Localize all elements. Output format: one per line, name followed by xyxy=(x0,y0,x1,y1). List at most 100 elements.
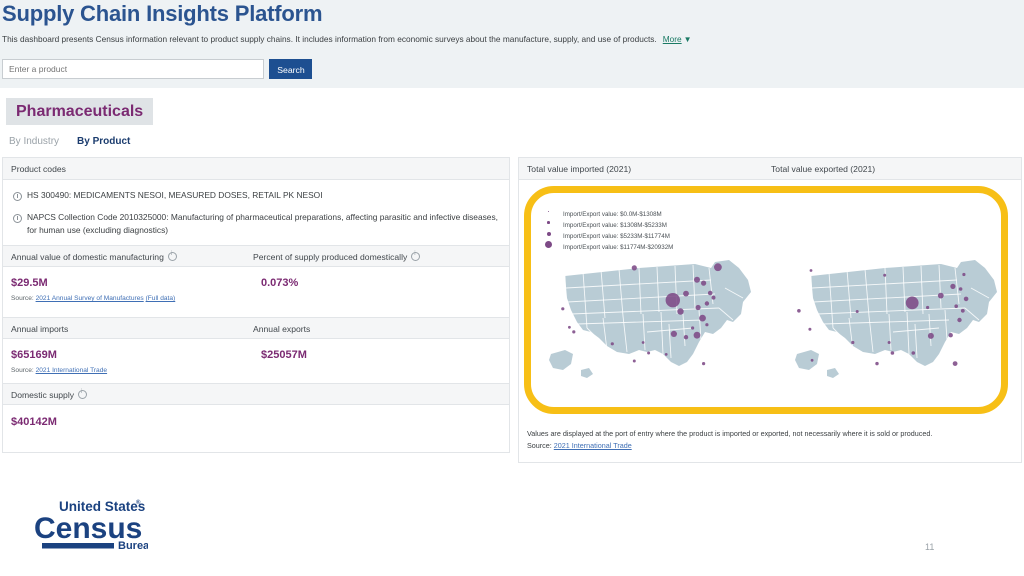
value-annual-imports: $65169M xyxy=(11,349,57,361)
metrics-row3-values: $40142M xyxy=(3,405,509,445)
tab-by-industry[interactable]: By Industry xyxy=(0,131,68,153)
source-row2: Source: 2021 International Trade xyxy=(11,367,107,374)
census-bureau-logo: United States ® Census Bureau xyxy=(28,496,156,558)
map-data-point xyxy=(954,304,958,308)
search-input[interactable] xyxy=(2,59,264,79)
slide-root: Supply Chain Insights Platform This dash… xyxy=(0,0,1024,576)
logo-bar xyxy=(42,543,114,549)
product-codes-list: HS 300490: MEDICAMENTS NESOI, MEASURED D… xyxy=(3,180,509,245)
info-icon[interactable] xyxy=(411,251,421,261)
product-code-text: NAPCS Collection Code 2010325000: Manufa… xyxy=(27,212,498,235)
more-link[interactable]: More xyxy=(663,34,682,44)
map-data-point xyxy=(704,301,710,306)
map-data-point xyxy=(683,290,689,297)
map-data-point xyxy=(960,308,965,313)
source-prefix: Source: xyxy=(527,441,552,450)
map-data-point xyxy=(937,292,944,299)
map-body: Import/Export value: $0.0M-$1308M Import… xyxy=(519,180,1021,420)
us-map-imported-svg xyxy=(549,260,751,378)
view-tabs: By Industry By Product xyxy=(0,131,1024,153)
map-data-point xyxy=(702,362,706,366)
page-subtitle: This dashboard presents Census informati… xyxy=(2,33,702,46)
source-link-asm[interactable]: 2021 Annual Survey of Manufactures xyxy=(36,295,144,302)
metrics-row2-values: $65169M $25057M Source: 2021 Internation… xyxy=(3,339,509,383)
chevron-down-icon[interactable]: ▼ xyxy=(684,35,692,44)
metric-label-domestic-manufacturing: Annual value of domestic manufacturing xyxy=(11,252,164,262)
search-button[interactable]: Search xyxy=(269,59,313,79)
info-icon[interactable] xyxy=(167,251,177,261)
map-data-point xyxy=(711,295,716,300)
map-data-point xyxy=(957,317,962,323)
metric-label-annual-exports: Annual exports xyxy=(253,324,311,334)
product-code-item: NAPCS Collection Code 2010325000: Manufa… xyxy=(13,211,499,237)
metric-label-annual-imports: Annual imports xyxy=(11,324,69,334)
map-data-point xyxy=(883,273,887,277)
page-title: Supply Chain Insights Platform xyxy=(2,1,323,26)
map-data-point xyxy=(810,358,814,362)
map-data-point xyxy=(905,296,919,310)
legend-dot xyxy=(547,221,550,224)
logo-registered-mark: ® xyxy=(136,499,141,506)
map-data-point xyxy=(950,283,956,289)
map-data-point xyxy=(958,287,963,291)
map-legend: Import/Export value: $0.0M-$1308M Import… xyxy=(537,206,673,251)
source-prefix: Source: xyxy=(11,367,34,374)
source-row1: Source: 2021 Annual Survey of Manufactur… xyxy=(11,295,175,302)
source-link-intl-trade[interactable]: 2021 International Trade xyxy=(36,367,108,374)
legend-dot xyxy=(548,211,550,213)
logo-line-bureau: Bureau xyxy=(118,540,148,552)
map-data-point xyxy=(952,361,958,366)
metric-label-percent-domestic-wrap: Percent of supply produced domestically xyxy=(253,246,421,268)
legend-item: Import/Export value: $5233M-$11774M xyxy=(537,228,673,240)
map-data-point xyxy=(705,323,709,327)
map-data-point xyxy=(963,296,969,302)
map-data-point xyxy=(855,310,859,313)
map-data-point xyxy=(701,280,707,286)
map-header-imported: Total value imported (2021) xyxy=(527,164,632,174)
legend-item: Import/Export value: $11774M-$20932M xyxy=(537,239,673,251)
product-code-item: HS 300490: MEDICAMENTS NESOI, MEASURED D… xyxy=(13,189,499,202)
product-codes-header: Product codes xyxy=(3,158,509,180)
map-data-point xyxy=(683,335,689,340)
map-data-point xyxy=(677,308,684,315)
map-data-point xyxy=(631,265,637,271)
tab-by-product[interactable]: By Product xyxy=(68,131,140,153)
footnote-text: Values are displayed at the port of entr… xyxy=(527,429,933,438)
product-details-card: Product codes HS 300490: MEDICAMENTS NES… xyxy=(2,157,510,453)
product-chip: Pharmaceuticals xyxy=(6,98,154,125)
source-link-full-data[interactable]: (Full data) xyxy=(146,295,176,302)
map-data-point xyxy=(927,332,934,339)
map-data-point xyxy=(714,263,722,272)
metric-label-domestic-supply: Domestic supply xyxy=(11,390,75,400)
info-icon xyxy=(13,191,22,201)
map-header-exported: Total value exported (2021) xyxy=(771,164,876,174)
map-exported[interactable] xyxy=(789,258,1009,390)
map-data-point xyxy=(797,309,801,313)
value-domestic-manufacturing: $29.5M xyxy=(11,277,48,289)
census-logo-svg: United States ® Census Bureau xyxy=(34,499,156,552)
map-data-point xyxy=(665,293,680,308)
legend-dot xyxy=(545,241,553,249)
map-data-point xyxy=(948,333,953,338)
map-data-point xyxy=(694,276,700,283)
map-data-point xyxy=(572,330,576,334)
map-data-point xyxy=(911,351,916,355)
map-footnote: Values are displayed at the port of entr… xyxy=(527,428,932,452)
map-data-point xyxy=(695,304,701,311)
info-icon[interactable] xyxy=(78,389,88,399)
map-data-point xyxy=(647,351,651,355)
map-data-point xyxy=(875,361,879,366)
source-link-intl-trade[interactable]: 2021 International Trade xyxy=(554,441,632,450)
map-data-point xyxy=(809,269,813,272)
metric-label-percent-domestic: Percent of supply produced domestically xyxy=(253,252,408,262)
map-imported[interactable] xyxy=(543,258,763,390)
map-data-point xyxy=(890,351,895,355)
map-data-point xyxy=(962,272,966,277)
info-icon xyxy=(13,213,22,223)
map-data-point xyxy=(808,327,812,331)
source-prefix: Source: xyxy=(11,295,34,302)
map-data-point xyxy=(887,341,891,344)
legend-item: Import/Export value: $0.0M-$1308M xyxy=(537,206,673,218)
map-data-point xyxy=(691,326,695,330)
map-data-point xyxy=(610,342,614,346)
